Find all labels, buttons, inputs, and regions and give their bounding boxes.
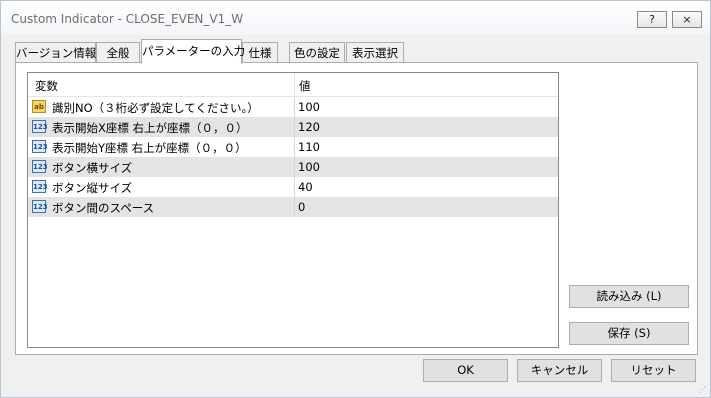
title-bar: Custom Indicator - CLOSE_EVEN_V1_W ? × (1, 1, 710, 35)
close-button[interactable]: × (672, 11, 702, 28)
parameter-name: 識別NO（３桁必ず設定してください。） (52, 101, 259, 115)
parameter-name: ボタン横サイズ (52, 161, 133, 175)
parameter-row[interactable]: 123 ボタン横サイズ 100 (28, 157, 558, 177)
cancel-button[interactable]: キャンセル (517, 359, 602, 382)
help-button[interactable]: ? (637, 11, 667, 28)
window-title: Custom Indicator - CLOSE_EVEN_V1_W (11, 12, 244, 26)
cell-divider (294, 177, 295, 197)
reset-button[interactable]: リセット (611, 359, 696, 382)
resize-grip-icon[interactable]: ⋰ (698, 385, 706, 394)
integer-type-icon: 123 (32, 160, 48, 173)
parameter-row[interactable]: 123 表示開始X座標 右上が座標（０，０） 120 (28, 117, 558, 137)
parameter-value[interactable]: 100 (298, 100, 320, 114)
load-button[interactable]: 読み込み (L) (569, 285, 689, 308)
parameter-row[interactable]: ab 識別NO（３桁必ず設定してください。） 100 (28, 97, 558, 117)
integer-type-icon: 123 (32, 180, 48, 193)
integer-type-icon: 123 (32, 200, 48, 213)
tab-colors[interactable]: 色の設定 (289, 42, 345, 63)
parameter-row[interactable]: 123 表示開始Y座標 右上が座標（０，０） 110 (28, 137, 558, 157)
parameter-row[interactable]: 123 ボタン間のスペース 0 (28, 197, 558, 217)
column-divider[interactable] (294, 73, 295, 96)
tab-version-info[interactable]: バージョン情報 (15, 42, 96, 63)
cell-divider (294, 157, 295, 177)
integer-type-icon: 123 (32, 140, 48, 153)
tab-specification[interactable]: 仕様 (242, 42, 278, 63)
parameter-name: ボタン縦サイズ (52, 181, 133, 195)
parameter-value[interactable]: 0 (298, 200, 305, 214)
cell-divider (294, 117, 295, 137)
parameter-name: ボタン間のスペース (52, 201, 155, 215)
string-type-icon: ab (32, 100, 46, 113)
save-button[interactable]: 保存 (S) (569, 322, 689, 345)
cell-divider (294, 197, 295, 217)
tab-parameters[interactable]: パラメーターの入力 (141, 39, 245, 64)
parameter-name: 表示開始X座標 右上が座標（０，０） (52, 121, 248, 135)
cell-divider (294, 97, 295, 117)
dialog-window: Custom Indicator - CLOSE_EVEN_V1_W ? × バ… (0, 0, 711, 398)
grid-header: 変数 値 (28, 73, 558, 97)
parameter-grid[interactable]: 変数 値 ab 識別NO（３桁必ず設定してください。） 100 123 表示開始… (27, 72, 559, 348)
parameter-row[interactable]: 123 ボタン縦サイズ 40 (28, 177, 558, 197)
header-variable[interactable]: 変数 (35, 78, 58, 94)
cell-divider (294, 137, 295, 157)
parameter-value[interactable]: 100 (298, 160, 320, 174)
tab-general[interactable]: 全般 (96, 42, 140, 63)
header-value[interactable]: 値 (299, 78, 311, 94)
parameter-value[interactable]: 40 (298, 180, 313, 194)
parameter-value[interactable]: 120 (298, 120, 320, 134)
tab-display-select[interactable]: 表示選択 (346, 42, 404, 63)
integer-type-icon: 123 (32, 120, 48, 133)
parameter-name: 表示開始Y座標 右上が座標（０，０） (52, 141, 247, 155)
parameter-value[interactable]: 110 (298, 140, 320, 154)
ok-button[interactable]: OK (423, 359, 508, 382)
